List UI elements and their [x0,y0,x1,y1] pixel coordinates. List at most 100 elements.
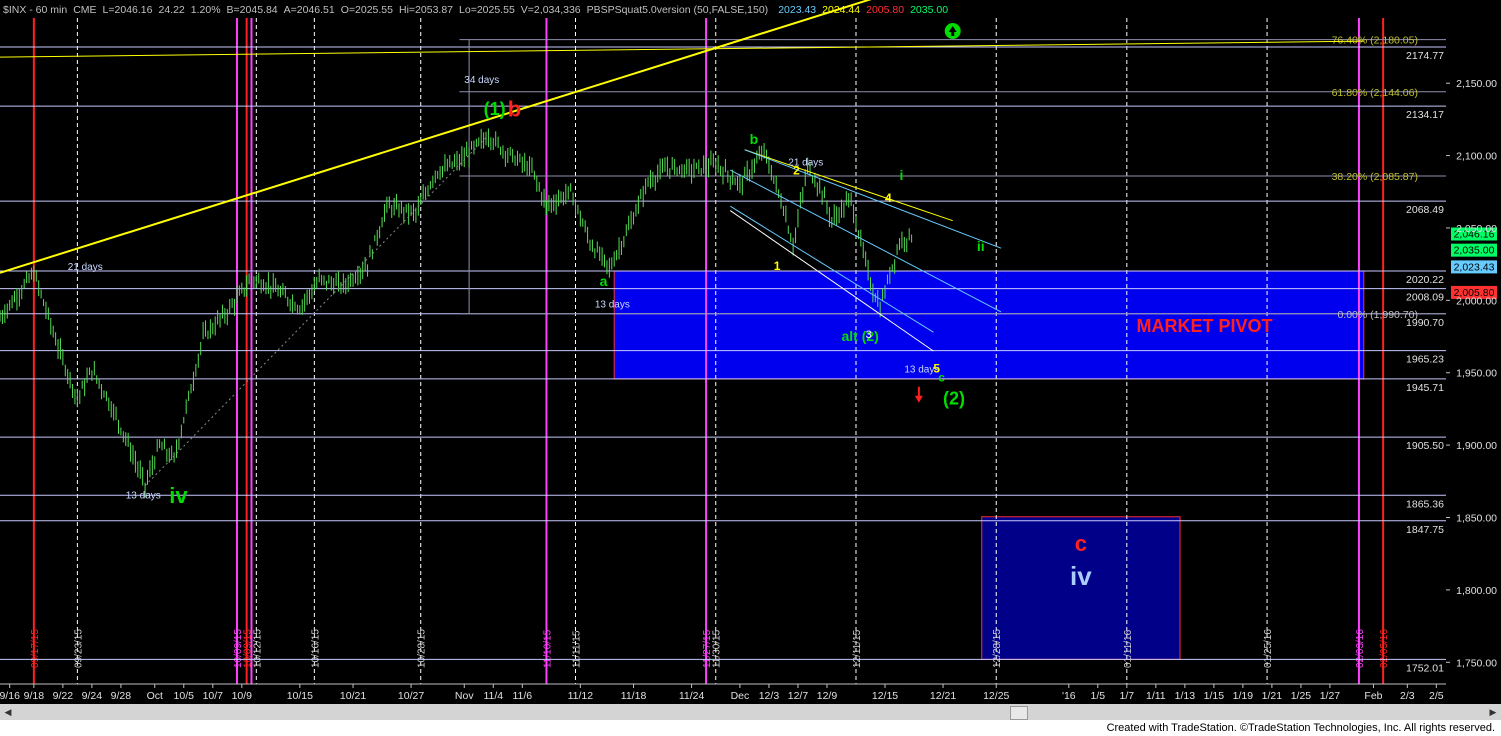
indicator-name: PBSPSquat5.0version (50,FALSE,150) [587,4,769,16]
footer-bar: Created with TradeStation. ©TradeStation… [0,720,1501,736]
vertical-date-label: 12/28/15 [992,629,1003,668]
x-tick-label: 12/9 [817,690,838,702]
level-label: 1865.36 [1406,498,1444,510]
volume-label: V=2,034,336 [521,4,581,16]
fib-level-label: 76.40% (2,180.05) [1332,35,1418,47]
wave-annotation: c [938,370,945,384]
x-tick-label: 1/21 [1262,690,1283,702]
x-tick-label: 10/5 [174,690,195,702]
level-label: 1905.50 [1406,440,1444,452]
level-label: 2174.77 [1406,50,1444,62]
y-tick-label: 2,150.00 [1456,78,1497,90]
open-price: O=2025.55 [341,4,393,16]
scroll-thumb[interactable] [1010,706,1028,720]
x-tick-label: 1/5 [1090,690,1105,702]
x-tick-label: 10/27 [398,690,424,702]
x-tick-label: Oct [147,690,163,702]
exchange-label: CME [73,4,96,16]
indicator-value-3: 2005.80 [866,4,904,16]
svg-text:$INX - 60 minCMEL=2046.1624.22: $INX - 60 min CME L=2046.16 24.22 1.20% B=204… [3,4,948,16]
fib-level-label: 38.20% (2,085.87) [1332,171,1418,183]
x-tick-label: 11/24 [679,690,705,702]
x-tick-label: '16 [1062,690,1076,702]
price-change-pct: 1.20% [191,4,221,16]
y-tick-label: 2,100.00 [1456,151,1497,163]
horizontal-scrollbar[interactable]: ◀ ▶ [0,704,1501,720]
x-tick-label: 11/6 [512,690,532,702]
vertical-date-label: 12/11/15 [852,629,863,668]
y-tick-label: 1,800.00 [1456,585,1497,597]
level-label: 1752.01 [1406,662,1444,674]
wave-annotation: 13 days [595,300,630,311]
x-tick-label: 2/3 [1400,690,1415,702]
wave-annotation: i [900,167,904,183]
wave-annotation: alt (2) [841,328,878,344]
vertical-date-label: 02/05/16 [1379,629,1390,668]
x-tick-label: 9/22 [53,690,74,702]
wave-annotation: 13 days [126,491,161,502]
x-tick-label: 12/3 [759,690,780,702]
price-box-label: 2,023.43 [1454,261,1495,273]
scroll-right-icon[interactable]: ▶ [1485,704,1501,720]
level-label: 2008.09 [1406,292,1444,304]
price-chart[interactable]: civ 09/17/15 09/23/15 10/09/1510/09/1510/1… [0,0,1501,736]
x-tick-label: Feb [1364,690,1382,702]
wave-annotation: b [508,96,521,121]
x-tick-label: 12/7 [788,690,809,702]
header-layer: $INX - 60 min CME L=2046.16 24.22 1.20% B=204… [3,4,948,16]
y-tick-label: 2,050.00 [1456,223,1497,235]
price-change: 24.22 [158,4,184,16]
level-label: 2020.22 [1406,274,1444,286]
x-tick-label: 9/28 [111,690,132,702]
wave-annotation: 3 [866,329,872,341]
x-tick-label: 11/4 [483,690,503,702]
wave-annotation: 1 [774,259,781,273]
high-price: Hi=2053.87 [399,4,453,16]
level-label: 1965.23 [1406,354,1444,366]
level-label: 1847.75 [1406,524,1444,536]
x-tick-label: 1/13 [1175,690,1196,702]
x-tick-label: 10/9 [232,690,253,702]
x-tick-label: 2/5 [1429,690,1444,702]
scroll-left-icon[interactable]: ◀ [0,704,16,720]
wave-annotation: MARKET PIVOT [1136,316,1272,336]
wave-annotation: 4 [885,191,892,205]
vertical-date-label: 11/11/15 [571,630,582,668]
wave-annotation: b [750,131,759,147]
x-tick-label: 9/18 [24,690,45,702]
fib-level-label: 0.00% (1,990.70) [1337,309,1418,321]
level-label: 2134.17 [1406,109,1444,121]
vertical-date-label: 11/10/15 [542,629,553,668]
fib-level-label: 61.80% (2,144.06) [1332,87,1418,99]
indicator-value-2: 2024.44 [822,4,860,16]
y-tick-label: 1,900.00 [1456,440,1497,452]
vertical-date-label: 10/12/15 [252,629,263,668]
ask-price: A=2046.51 [284,4,335,16]
x-tick-label: Nov [455,690,474,702]
wave-annotation: iv [169,483,188,508]
vertical-date-label: 01/11/16 [1123,629,1134,668]
x-tick-label: 1/27 [1320,690,1341,702]
wave-annotation: 21 days [68,262,103,273]
x-tick-label: 10/21 [340,690,366,702]
x-tick-label: 1/19 [1233,690,1254,702]
x-tick-label: Dec [731,690,750,702]
price-box-label: 2,035.00 [1454,245,1495,257]
x-tick-label: 9/24 [82,690,103,702]
vertical-date-label: 09/23/15 [73,629,84,668]
x-tick-label: 9/16 [0,690,20,702]
y-tick-label: 2,000.00 [1456,295,1497,307]
vertical-date-label: 10/16/15 [310,629,321,668]
target-zone-label-iv: iv [1070,561,1092,591]
y-tick-label: 1,850.00 [1456,513,1497,525]
x-tick-label: 12/25 [983,690,1009,702]
footer-credit: Created with TradeStation. ©TradeStation… [1106,722,1495,734]
vertical-date-label: 10/28/15 [417,629,428,668]
x-tick-label: 11/18 [621,690,647,702]
x-tick-label: 10/7 [203,690,224,702]
level-label: 1945.71 [1406,382,1444,394]
symbol-label: $INX - 60 min [3,4,67,16]
vertical-date-label: 01/25/16 [1263,629,1274,668]
x-tick-label: 12/15 [872,690,898,702]
x-tick-label: 1/11 [1146,690,1166,702]
